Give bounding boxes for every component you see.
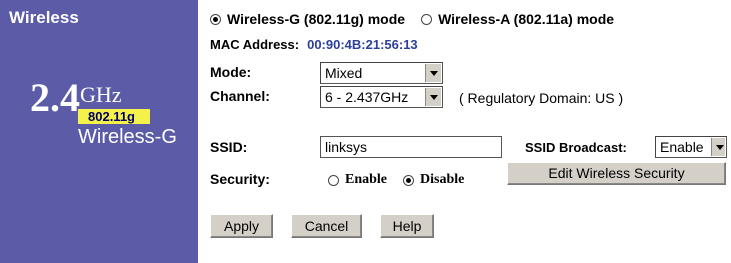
radio-security-disable[interactable] xyxy=(403,174,415,186)
ssid-broadcast-value: Enable xyxy=(660,139,704,155)
logo-name: Wireless-G xyxy=(78,126,177,148)
ssid-input[interactable]: linksys xyxy=(320,136,502,158)
wireless-g-mode-label: Wireless-G (802.11g) mode xyxy=(227,11,406,27)
radio-security-enable[interactable] xyxy=(328,174,339,186)
security-disable-label: Disable xyxy=(420,172,465,187)
ssid-broadcast-select[interactable]: Enable xyxy=(655,136,727,158)
mode-label: Mode: xyxy=(210,64,252,80)
wireless-g-logo: 2.4 GHz 802.11g Wireless-G xyxy=(30,75,180,149)
wireless-a-mode-label: Wireless-A (802.11a) mode xyxy=(438,11,615,27)
radio-wireless-g[interactable] xyxy=(210,13,221,25)
chevron-down-icon xyxy=(711,138,725,156)
mac-address-value: 00:90:4B:21:56:13 xyxy=(307,37,418,52)
sidebar-title: Wireless xyxy=(9,8,79,27)
channel-label: Channel: xyxy=(210,88,270,104)
cancel-button[interactable]: Cancel xyxy=(291,214,362,238)
help-button[interactable]: Help xyxy=(380,214,434,238)
ssid-broadcast-label: SSID Broadcast: xyxy=(525,140,627,155)
channel-select[interactable]: 6 - 2.437GHz xyxy=(320,86,443,108)
mac-address-label: MAC Address: xyxy=(210,37,300,52)
regulatory-domain-note: ( Regulatory Domain: US ) xyxy=(459,90,624,106)
mode-select[interactable]: Mixed xyxy=(320,62,443,84)
chevron-down-icon xyxy=(425,64,441,82)
radio-wireless-a[interactable] xyxy=(421,13,433,25)
security-enable-label: Enable xyxy=(345,172,388,187)
sidebar: Wireless 2.4 GHz 802.11g Wireless-G xyxy=(0,0,198,263)
chevron-down-icon xyxy=(425,88,441,106)
logo-frequency-unit: GHz xyxy=(80,82,122,107)
mac-address-row: MAC Address: 00:90:4B:21:56:13 xyxy=(210,37,418,52)
channel-select-value: 6 - 2.437GHz xyxy=(325,89,409,105)
wireless-settings-panel: Wireless-G (802.11g) mode Wireless-A (80… xyxy=(198,0,731,263)
logo-frequency-number: 2.4 xyxy=(30,75,80,120)
apply-button[interactable]: Apply xyxy=(210,214,273,238)
logo-standard: 802.11g xyxy=(88,109,135,124)
security-radio-group: Enable Disable xyxy=(328,172,464,188)
mode-select-value: Mixed xyxy=(325,65,363,81)
network-mode-radio-group: Wireless-G (802.11g) mode Wireless-A (80… xyxy=(210,11,614,27)
security-label: Security: xyxy=(210,171,270,187)
ssid-label: SSID: xyxy=(210,139,248,155)
edit-wireless-security-button[interactable]: Edit Wireless Security xyxy=(507,162,726,185)
